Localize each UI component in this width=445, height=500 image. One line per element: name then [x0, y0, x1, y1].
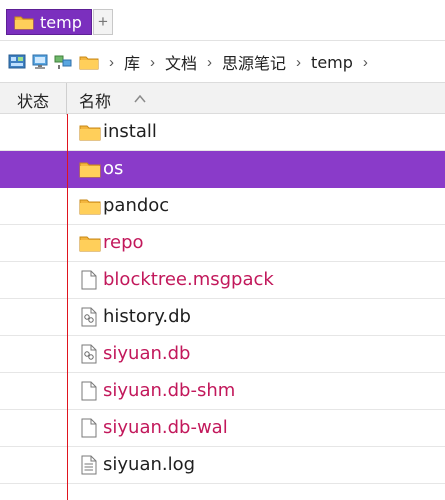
tab-label: temp [40, 12, 82, 32]
file-name: blocktree.msgpack [103, 269, 274, 290]
file-name: siyuan.db [103, 343, 191, 364]
chevron-right-icon: › [296, 53, 302, 71]
chevron-right-icon: › [109, 53, 114, 71]
folder-icon [79, 160, 101, 183]
folder-icon [79, 123, 101, 146]
file-name: history.db [103, 306, 191, 327]
tab-temp[interactable]: temp [6, 9, 92, 35]
column-guide-line [67, 114, 68, 500]
folder-icon [79, 197, 101, 220]
breadcrumb-item-library[interactable]: 库 [124, 50, 140, 74]
file-name: siyuan.log [103, 454, 196, 475]
folder-icon [14, 16, 34, 30]
column-status[interactable]: 状态 [17, 88, 49, 112]
file-icon [81, 381, 97, 406]
file-name: siyuan.db-wal [103, 417, 228, 438]
breadcrumb-item-siyuan[interactable]: 思源笔记 [222, 50, 286, 74]
database-file-icon [81, 344, 97, 369]
file-icon [81, 270, 97, 295]
breadcrumb-item-documents[interactable]: 文档 [165, 50, 197, 74]
file-icon [81, 418, 97, 443]
text-file-icon [81, 455, 97, 480]
file-name: install [103, 121, 157, 142]
column-name[interactable]: 名称 [79, 88, 111, 112]
chevron-right-icon: › [207, 53, 213, 71]
sort-ascending-icon [134, 95, 146, 103]
column-header: 状态 名称 [0, 82, 445, 115]
tab-bar: temp + [0, 0, 445, 40]
new-tab-button[interactable]: + [93, 9, 113, 35]
folder-icon [79, 56, 99, 70]
file-name: os [103, 158, 124, 179]
database-file-icon [81, 307, 97, 332]
breadcrumb-item-temp[interactable]: temp [311, 53, 353, 72]
computer-icon[interactable] [31, 53, 49, 71]
address-bar: › 库 › 文档 › 思源笔记 › temp › [0, 40, 445, 83]
file-name: repo [103, 232, 144, 253]
chevron-right-icon: › [362, 53, 368, 71]
chevron-right-icon: › [150, 53, 156, 71]
desktop-icon[interactable] [8, 53, 26, 71]
network-icon[interactable] [54, 53, 72, 71]
column-divider[interactable] [66, 83, 67, 115]
file-name: pandoc [103, 195, 170, 216]
file-name: siyuan.db-shm [103, 380, 236, 401]
folder-icon [79, 234, 101, 257]
